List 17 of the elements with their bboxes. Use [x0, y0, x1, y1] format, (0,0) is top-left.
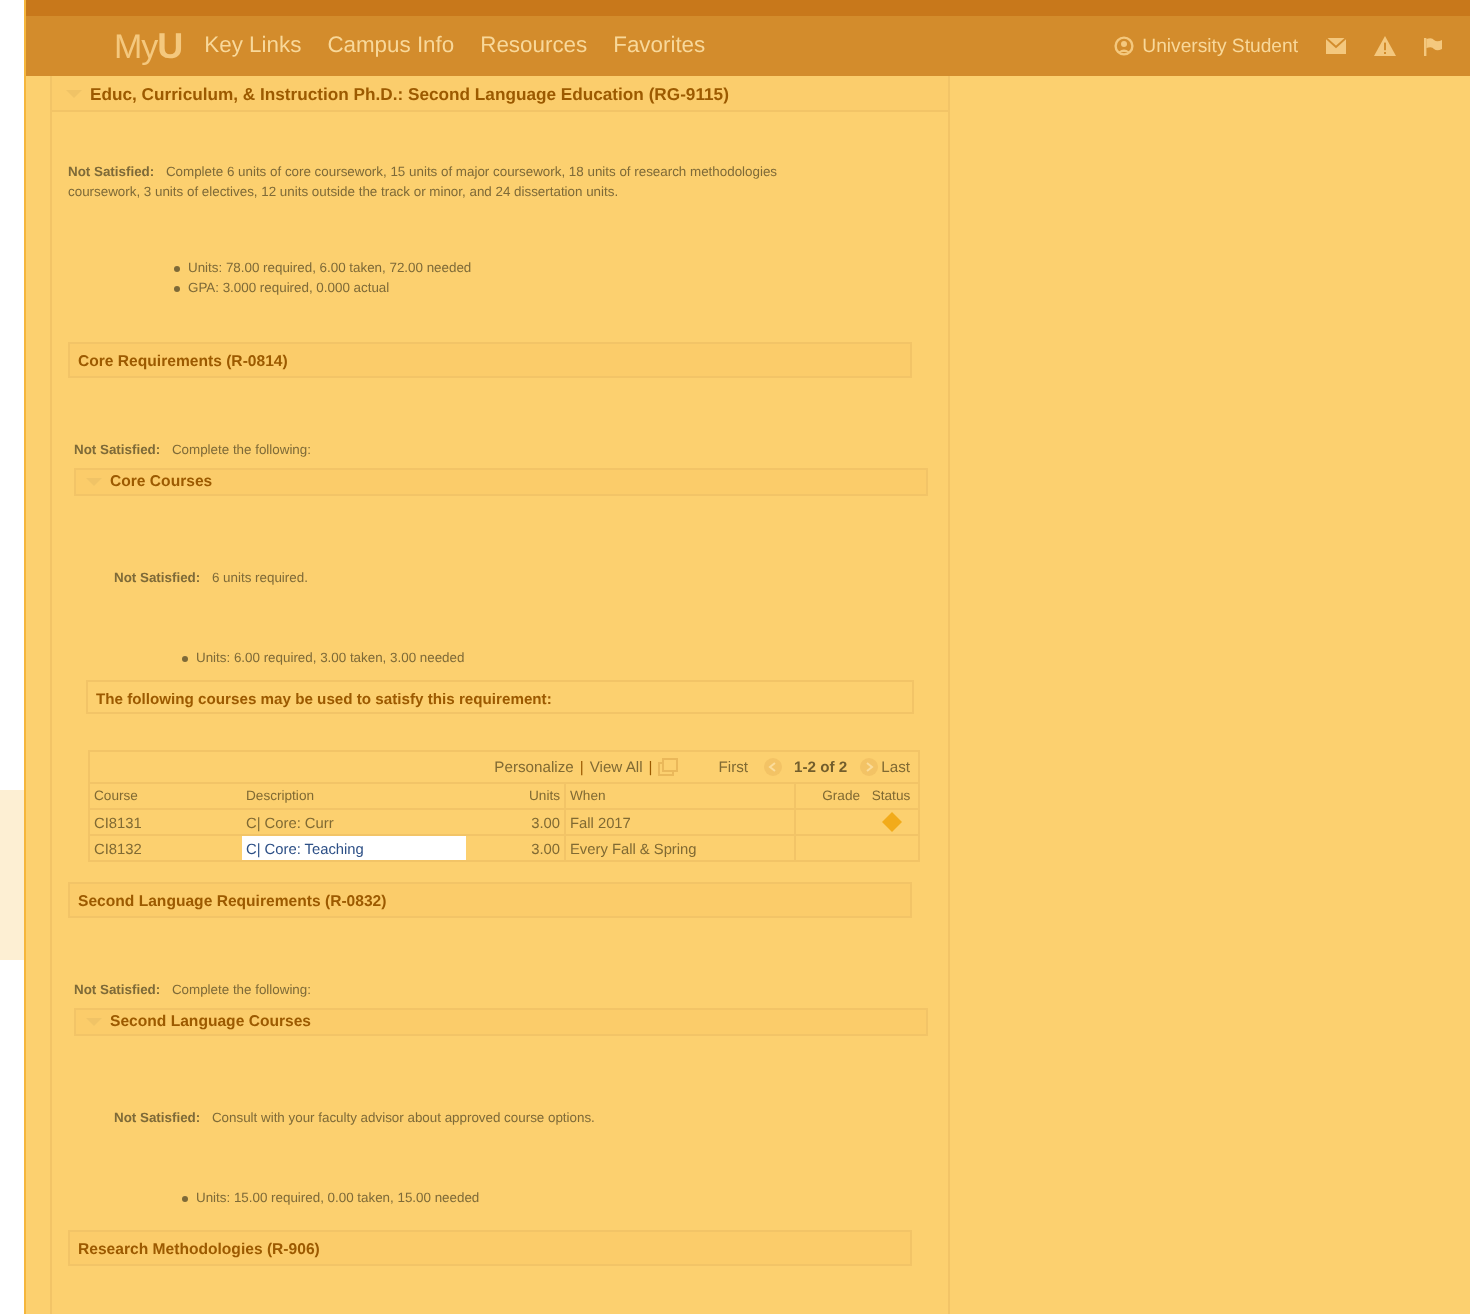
- nav-link[interactable]: Favorites: [613, 34, 706, 58]
- bullet-dot: [174, 285, 180, 292]
- nav-link[interactable]: Key Links: [204, 34, 302, 58]
- bullet-dot: [182, 655, 188, 662]
- mail-icon[interactable]: [1326, 38, 1346, 54]
- bullet-dot: [174, 265, 180, 272]
- diamond-icon: [881, 812, 901, 833]
- nav-link[interactable]: Campus Info: [327, 34, 455, 58]
- user-icon: [1114, 36, 1135, 56]
- user-link[interactable]: University Student: [1114, 35, 1298, 57]
- flag-icon[interactable]: [1424, 37, 1442, 55]
- nav-link[interactable]: Resources: [480, 34, 588, 58]
- next-icon[interactable]: [859, 758, 878, 777]
- warning-icon[interactable]: [1374, 36, 1396, 56]
- bullet-dot: [182, 1196, 188, 1203]
- previous-icon[interactable]: [764, 758, 783, 777]
- new-window-icon[interactable]: [658, 758, 679, 777]
